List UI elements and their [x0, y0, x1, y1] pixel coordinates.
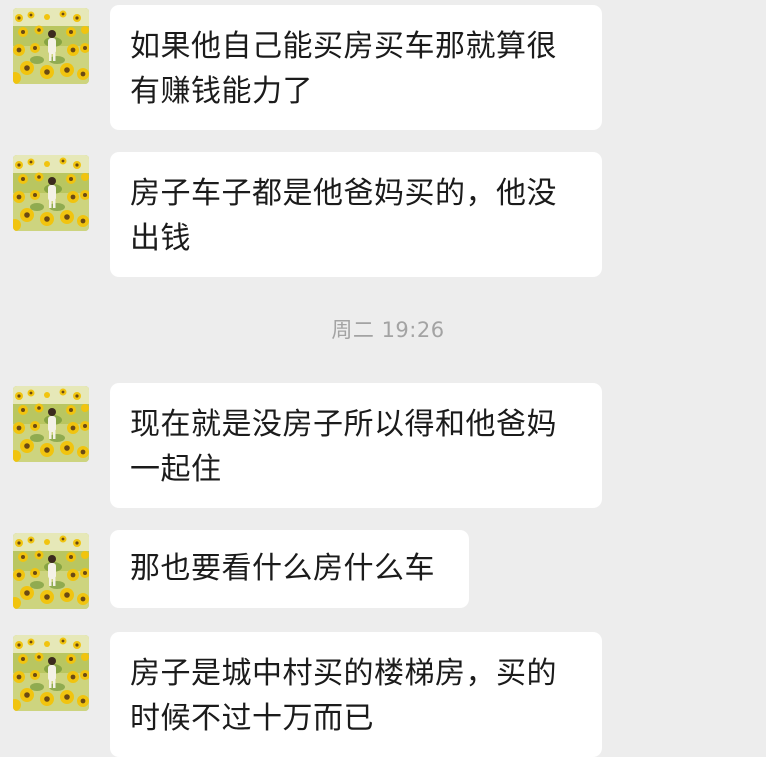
sunflower-avatar-icon[interactable] [13, 533, 89, 609]
message-line: 有赚钱能力了 [130, 74, 313, 109]
message-line: 那也要看什么房什么车 [130, 551, 435, 586]
message-line: 房子车子都是他爸妈买的，他没 [130, 176, 557, 211]
message-line: 一起住 [130, 452, 222, 487]
message-line: 时候不过十万而已 [130, 701, 374, 736]
message-line: 出钱 [130, 221, 191, 256]
message-bubble[interactable]: 如果他自己能买房买车那就算很 有赚钱能力了 [110, 5, 602, 130]
message-bubble[interactable]: 现在就是没房子所以得和他爸妈 一起住 [110, 383, 602, 508]
chat-conversation: 如果他自己能买房买车那就算很 有赚钱能力了 房子车子都是他爸妈买的，他没 出钱 … [0, 0, 766, 757]
message-line: 房子是城中村买的楼梯房，买的 [130, 656, 557, 691]
timestamp: 周二 19:26 [331, 318, 445, 342]
message-line: 现在就是没房子所以得和他爸妈 [130, 407, 557, 442]
message-bubble[interactable]: 房子车子都是他爸妈买的，他没 出钱 [110, 152, 602, 277]
sunflower-avatar-icon[interactable] [13, 635, 89, 711]
sunflower-avatar-icon[interactable] [13, 386, 89, 462]
message-bubble[interactable]: 房子是城中村买的楼梯房，买的 时候不过十万而已 [110, 632, 602, 757]
message-line: 如果他自己能买房买车那就算很 [130, 29, 557, 64]
sunflower-avatar-icon[interactable] [13, 8, 89, 84]
sunflower-avatar-icon[interactable] [13, 155, 89, 231]
message-bubble[interactable]: 那也要看什么房什么车 [110, 530, 469, 608]
